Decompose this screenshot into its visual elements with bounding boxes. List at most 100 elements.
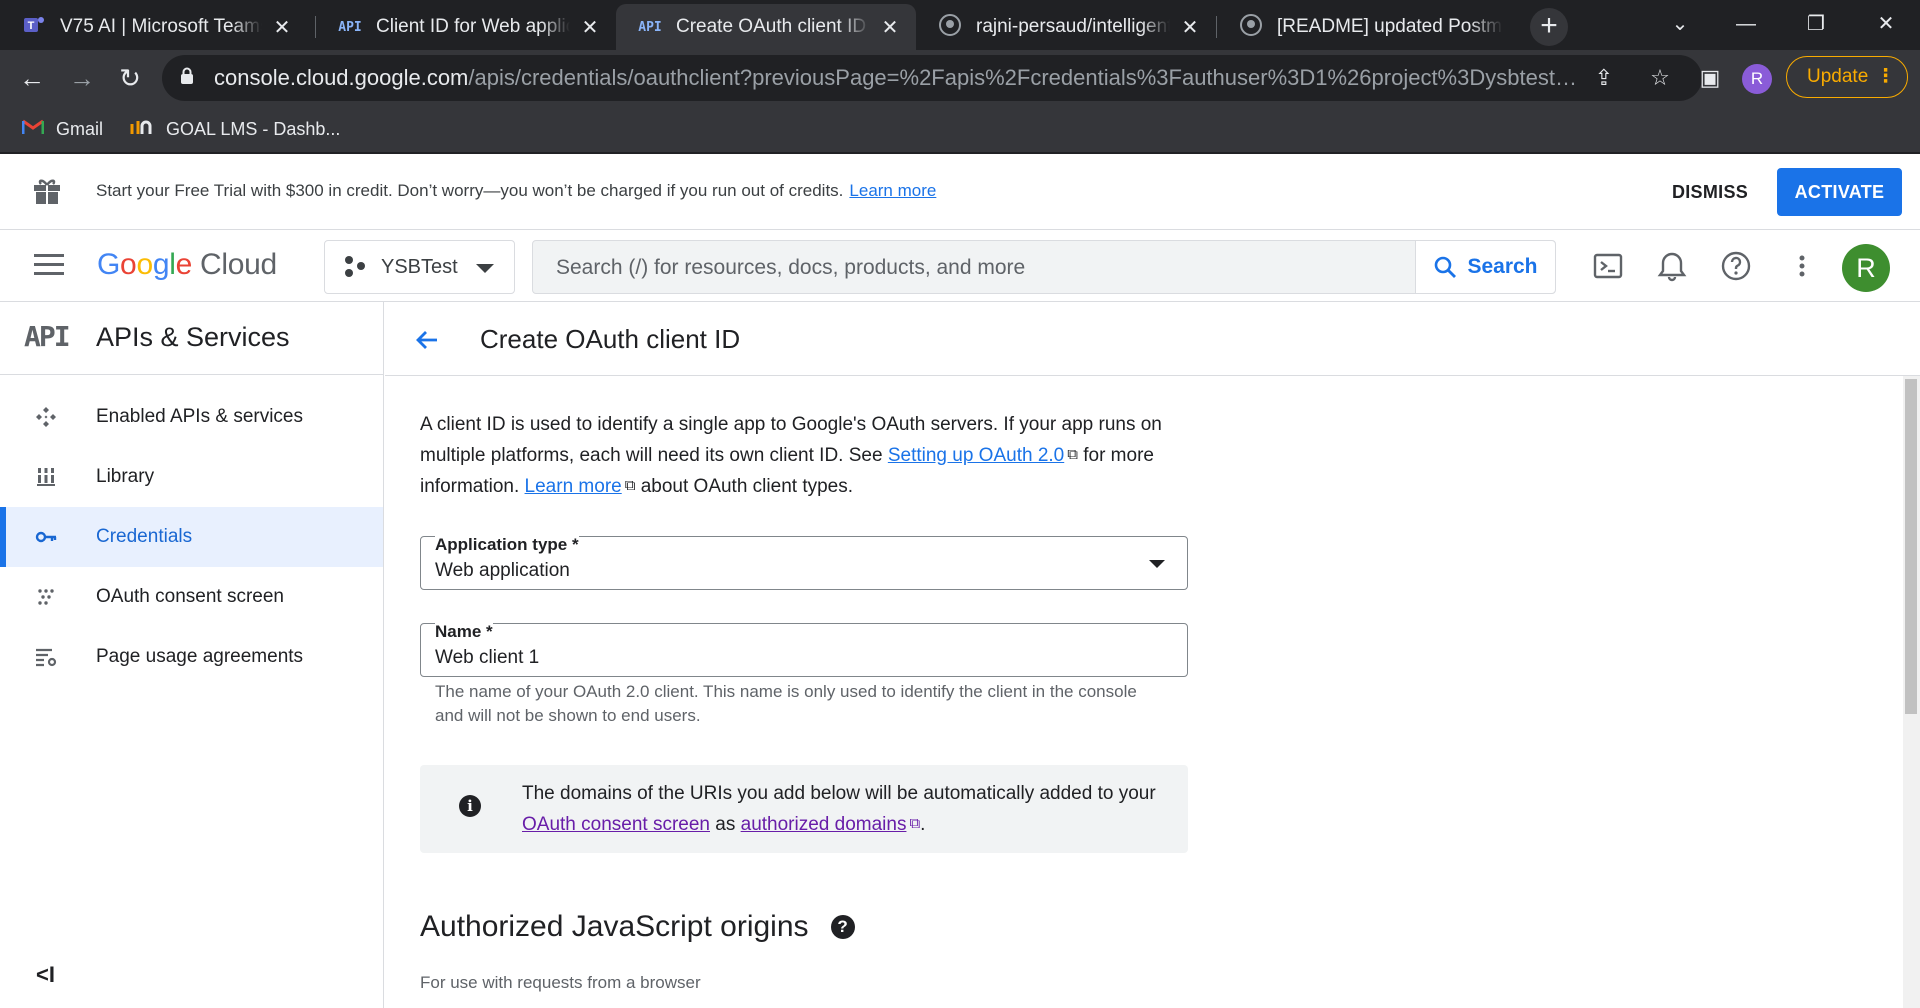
tab-title: Client ID for Web applicati — [376, 16, 570, 37]
sidebar-item-page-usage[interactable]: Page usage agreements — [0, 627, 383, 687]
cloud-shell-icon[interactable] — [1590, 248, 1626, 284]
tab-search-chevron-icon[interactable]: ⌄ — [1650, 6, 1710, 42]
url-path: /apis/credentials/oauthclient?previousPa… — [468, 65, 1589, 90]
back-arrow-icon[interactable] — [411, 324, 443, 356]
info-icon: i — [459, 795, 481, 817]
logo-letter: o — [136, 248, 153, 281]
authorized-origins-subtitle: For use with requests from a browser — [420, 973, 701, 992]
collapse-sidebar-icon[interactable]: <I — [36, 962, 55, 988]
authorized-domains-link[interactable]: authorized domains — [741, 814, 907, 835]
gift-icon — [34, 179, 60, 204]
application-type-value: Web application — [435, 560, 570, 581]
browser-tab[interactable]: API Client ID for Web applicati ✕ — [316, 4, 616, 50]
logo-letter: e — [175, 248, 193, 281]
logo-letter: G — [97, 248, 121, 281]
name-field[interactable]: Name * Web client 1 — [420, 622, 1188, 677]
oauth-consent-screen-link[interactable]: OAuth consent screen — [522, 814, 710, 835]
sidebar-item-label: Page usage agreements — [96, 646, 304, 667]
dismiss-button[interactable]: DISMISS — [1650, 170, 1770, 214]
address-bar[interactable]: console.cloud.google.com/apis/credential… — [162, 55, 1702, 101]
bookmark-star-icon[interactable]: ☆ — [1638, 55, 1682, 101]
library-icon — [37, 468, 55, 486]
page-usage-icon — [36, 648, 57, 667]
sidebar-item-label: OAuth consent screen — [96, 586, 284, 607]
api-icon: API — [338, 19, 362, 35]
github-icon — [938, 14, 962, 40]
browser-tab[interactable]: T V75 AI | Microsoft Teams ✕ — [0, 4, 308, 50]
sidebar-item-credentials[interactable]: Credentials — [0, 507, 383, 567]
update-button[interactable]: Update ⋮ — [1786, 56, 1908, 98]
sidebar-item-oauth-consent[interactable]: OAuth consent screen — [0, 567, 383, 627]
browser-profile-avatar[interactable]: R — [1742, 64, 1772, 94]
notifications-bell-icon[interactable] — [1654, 248, 1690, 284]
project-picker[interactable]: YSBTest — [324, 240, 515, 294]
browser-tab[interactable]: rajni-persaud/intelligent-r ✕ — [916, 4, 1216, 50]
authorized-origins-heading: Authorized JavaScript origins? — [420, 910, 855, 944]
logo-cloud-text: Cloud — [199, 248, 277, 281]
side-panel-icon[interactable]: ▣ — [1690, 58, 1730, 98]
sidebar-title: APIs & Services — [96, 322, 290, 352]
close-icon[interactable]: ✕ — [1178, 15, 1202, 40]
application-type-select[interactable]: Application type * Web application — [420, 535, 1188, 590]
google-cloud-logo[interactable]: Google Cloud — [97, 248, 277, 282]
sidebar-item-enabled-apis[interactable]: Enabled APIs & services — [0, 387, 383, 447]
back-arrow-icon[interactable]: ← — [12, 58, 52, 98]
enabled-apis-icon — [36, 407, 56, 427]
close-icon[interactable]: ✕ — [578, 15, 602, 40]
browser-toolbar: ← → ↻ console.cloud.google.com/apis/cred… — [0, 50, 1920, 107]
help-icon[interactable]: ? — [830, 915, 855, 939]
setting-up-oauth-link[interactable]: Setting up OAuth 2.0 — [888, 445, 1064, 466]
url-host: console.cloud.google.com — [214, 65, 469, 90]
tab-title: Create OAuth client ID – A — [676, 16, 870, 37]
search-icon — [1435, 256, 1457, 278]
intro-paragraph-container: A client ID is used to identify a single… — [420, 410, 1200, 502]
gmail-icon — [21, 107, 45, 152]
help-icon[interactable] — [1718, 248, 1754, 284]
more-vert-icon: ⋮ — [1876, 66, 1895, 87]
close-icon[interactable]: ✕ — [878, 15, 902, 40]
name-hint: The name of your OAuth 2.0 client. This … — [435, 682, 1137, 725]
search-button[interactable]: Search — [1415, 241, 1555, 293]
github-icon — [1239, 14, 1263, 40]
browser-tab-active[interactable]: API Create OAuth client ID – A ✕ — [616, 4, 916, 50]
bookmark-label: GOAL LMS - Dashb... — [166, 119, 341, 139]
open-in-new-icon: ⧉ — [909, 815, 921, 832]
search-input[interactable]: Search (/) for resources, docs, products… — [556, 256, 1025, 280]
intro-text: about OAuth client types. — [635, 476, 854, 497]
sidebar-item-label: Enabled APIs & services — [96, 406, 303, 427]
close-icon[interactable]: ✕ — [270, 15, 294, 40]
share-icon[interactable]: ⇪ — [1582, 55, 1626, 101]
svg-text:T: T — [28, 20, 35, 32]
consent-screen-icon — [38, 589, 54, 605]
account-avatar[interactable]: R — [1842, 244, 1890, 292]
api-icon: API — [638, 19, 662, 35]
new-tab-button[interactable]: + — [1530, 8, 1568, 46]
activate-button[interactable]: ACTIVATE — [1777, 168, 1902, 216]
name-label: Name * — [435, 622, 493, 642]
sidebar: API APIs & Services Enabled APIs & servi… — [0, 302, 384, 1008]
learn-more-link[interactable]: Learn more — [525, 476, 622, 497]
browser-tab[interactable]: [README] updated Postm — [1217, 4, 1517, 50]
more-vert-icon[interactable] — [1784, 248, 1820, 284]
scrollbar-thumb[interactable] — [1905, 379, 1917, 714]
info-text: The domains of the URIs you add below wi… — [522, 783, 1156, 804]
goal-lms-icon — [130, 107, 154, 152]
window-close-icon[interactable]: ✕ — [1856, 6, 1916, 42]
sidebar-item-label: Credentials — [96, 526, 193, 547]
browser-tabstrip: T V75 AI | Microsoft Teams ✕ API Client … — [0, 0, 1920, 50]
search-bar[interactable]: Search (/) for resources, docs, products… — [532, 240, 1556, 294]
reload-icon[interactable]: ↻ — [110, 58, 150, 98]
restore-icon[interactable]: ❐ — [1786, 6, 1846, 42]
teams-icon: T — [22, 14, 46, 40]
sidebar-item-library[interactable]: Library — [0, 447, 383, 507]
dropdown-arrow-icon — [1149, 560, 1165, 568]
bookmark-goal-lms[interactable]: GOAL LMS - Dashb... — [130, 107, 340, 152]
banner-learn-more-link[interactable]: Learn more — [849, 181, 936, 200]
bookmarks-bar: Gmail GOAL LMS - Dashb... — [0, 107, 1920, 154]
minimize-icon[interactable]: — — [1716, 6, 1776, 42]
open-in-new-icon: ⧉ — [624, 477, 636, 494]
name-input[interactable]: Web client 1 — [435, 647, 539, 669]
menu-icon[interactable] — [34, 254, 64, 278]
bookmark-gmail[interactable]: Gmail — [21, 107, 103, 152]
forward-arrow-icon[interactable]: → — [62, 58, 102, 98]
